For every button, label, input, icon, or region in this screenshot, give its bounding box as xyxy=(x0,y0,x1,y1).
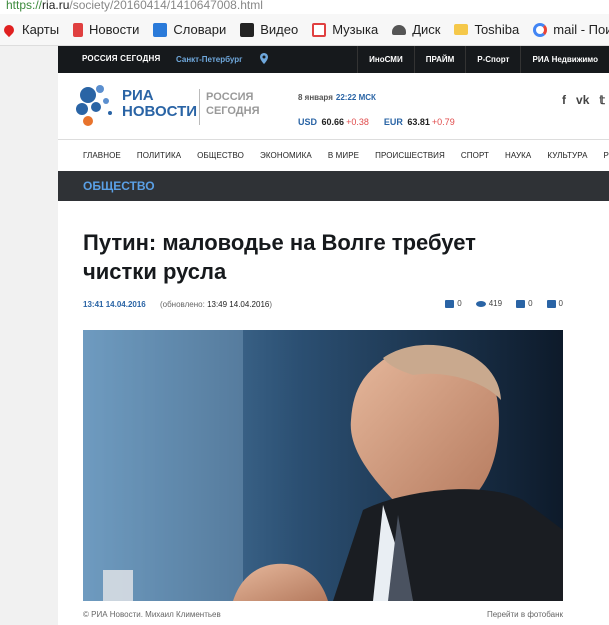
social-links: f vk 𝕥 xyxy=(562,93,605,107)
bookmarks-bar: Карты Новости Словари Видео Музыка Диск … xyxy=(0,14,609,46)
location-pin-icon[interactable] xyxy=(260,53,268,64)
nav-item-science[interactable]: НАУКА xyxy=(505,151,531,160)
bookmark-video[interactable]: Видео xyxy=(240,22,298,37)
nav-item-society[interactable]: ОБЩЕСТВО xyxy=(197,151,244,160)
vk-icon[interactable]: vk xyxy=(576,93,589,107)
nav-item-world[interactable]: В МИРЕ xyxy=(328,151,359,160)
brand-sub: РОССИЯ СЕГОДНЯ xyxy=(206,91,260,117)
site-header: РИА НОВОСТИ РОССИЯ СЕГОДНЯ 8 января 22:22 М… xyxy=(58,73,609,139)
views-counter: 419 xyxy=(475,299,502,308)
publish-time: 13:41 xyxy=(83,300,104,309)
date-time: 8 января 22:22 МСК xyxy=(298,93,376,102)
news-icon xyxy=(73,22,84,37)
photo-illustration xyxy=(83,330,563,601)
bookmark-music[interactable]: Музыка xyxy=(312,22,378,37)
twitter-icon[interactable]: 𝕥 xyxy=(599,93,605,107)
photo-caption: © РИА Новости. Михаил Климентьев xyxy=(83,610,221,619)
address-bar[interactable]: https://ria.ru/society/20160414/14106470… xyxy=(0,0,609,14)
brand-divider xyxy=(199,89,200,125)
ria-novosti-logo[interactable]: РИА НОВОСТИ РОССИЯ СЕГОДНЯ xyxy=(74,83,264,133)
dislikes-counter[interactable]: 0 xyxy=(546,299,563,308)
partner-links: ИноСМИ ПРАЙМ Р-Спорт РИА Недвижимо xyxy=(357,46,609,73)
disk-icon xyxy=(392,24,407,35)
article-counters: 0 419 0 0 xyxy=(445,299,563,308)
section-title[interactable]: ОБЩЕСТВО xyxy=(83,179,155,193)
thumbs-down-icon xyxy=(546,299,556,308)
url-path: /society/20160414/1410647008.html xyxy=(69,0,263,12)
main-nav: ГЛАВНОЕ ПОЛИТИКА ОБЩЕСТВО ЭКОНОМИКА В МИ… xyxy=(58,139,609,171)
city-selector[interactable]: Санкт-Петербург xyxy=(176,55,243,64)
url-host: ria.ru xyxy=(42,0,70,12)
rossiya-segodnya-logo[interactable]: РОССИЯ СЕГОДНЯ xyxy=(82,54,160,63)
brand-name: РИА НОВОСТИ xyxy=(122,87,198,120)
bookmark-mail-search[interactable]: mail - Поиск в xyxy=(533,22,609,37)
link-ria-realty[interactable]: РИА Недвижимо xyxy=(520,46,609,73)
facebook-icon[interactable]: f xyxy=(562,93,566,107)
nav-item-more[interactable]: Р xyxy=(604,151,609,160)
map-pin-icon xyxy=(1,22,17,37)
article-title: Путин: маловодье на Волге требует чистки… xyxy=(83,230,476,284)
bookmark-news[interactable]: Новости xyxy=(73,22,139,37)
currency-rates[interactable]: USD 60.66 +0.38 EUR 63.81 +0.79 xyxy=(298,117,455,127)
google-icon xyxy=(533,22,548,37)
thumbs-up-icon xyxy=(516,299,526,308)
bookmark-disk[interactable]: Диск xyxy=(392,22,440,37)
url-scheme: https:// xyxy=(6,0,43,12)
bookmark-maps[interactable]: Карты xyxy=(1,22,59,37)
dictionary-icon xyxy=(153,22,168,37)
video-icon xyxy=(240,22,255,37)
nav-item-incidents[interactable]: ПРОИСШЕСТВИЯ xyxy=(375,151,445,160)
ria-globe-icon xyxy=(76,85,112,126)
bookmark-toshiba[interactable]: Toshiba xyxy=(454,22,519,37)
bookmark-dictionaries[interactable]: Словари xyxy=(153,22,226,37)
comment-icon xyxy=(445,299,455,308)
music-icon xyxy=(312,22,327,37)
photobank-link[interactable]: Перейти в фотобанк xyxy=(487,610,563,619)
likes-counter[interactable]: 0 xyxy=(516,299,533,308)
link-inosmi[interactable]: ИноСМИ xyxy=(357,46,414,73)
top-bar: РОССИЯ СЕГОДНЯ Санкт-Петербург ИноСМИ ПР… xyxy=(58,46,609,73)
eye-icon xyxy=(475,300,486,307)
nav-item-sport[interactable]: СПОРТ xyxy=(461,151,489,160)
article-photo[interactable] xyxy=(83,330,563,601)
section-bar: ОБЩЕСТВО xyxy=(58,171,609,201)
publish-date: 14.04.2016 xyxy=(105,300,146,309)
nav-item-main[interactable]: ГЛАВНОЕ xyxy=(83,151,121,160)
nav-item-culture[interactable]: КУЛЬТУРА xyxy=(547,151,587,160)
link-prime[interactable]: ПРАЙМ xyxy=(413,46,466,73)
updated-info: (обновлено: 13:49 14.04.2016) xyxy=(159,300,273,309)
nav-item-politics[interactable]: ПОЛИТИКА xyxy=(137,151,181,160)
comments-counter[interactable]: 0 xyxy=(445,299,462,308)
nav-item-economy[interactable]: ЭКОНОМИКА xyxy=(260,151,312,160)
article-meta: 13:41 14.04.2016 (обновлено: 13:49 14.04… xyxy=(83,300,272,309)
link-rsport[interactable]: Р-Спорт xyxy=(465,46,520,73)
folder-icon xyxy=(454,24,469,35)
